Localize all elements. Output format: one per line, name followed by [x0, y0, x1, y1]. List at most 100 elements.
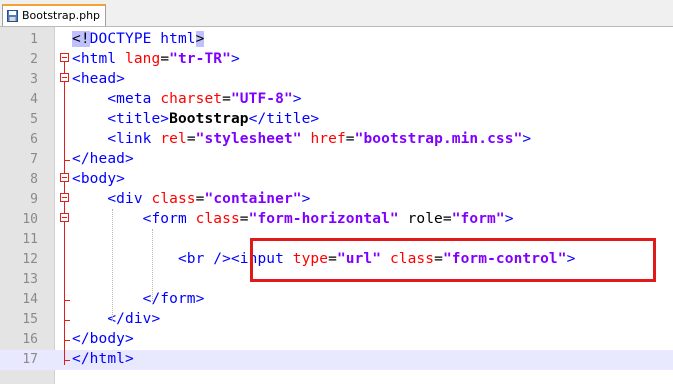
code-token: </head>	[72, 151, 134, 167]
code-token: Bootstrap	[169, 111, 249, 127]
code-line[interactable]: 1 <!DOCTYPE html>	[0, 30, 673, 50]
code-token: <link	[107, 131, 161, 147]
fold-end-div	[64, 320, 70, 321]
line-number: 2	[30, 52, 38, 67]
code-token: </html>	[72, 351, 134, 367]
fold-end-form	[64, 300, 70, 301]
code-line[interactable]: 7 </head>	[0, 150, 673, 170]
fold-toggle-div-icon[interactable]	[60, 193, 69, 202]
code-editor[interactable]: 1 <!DOCTYPE html> 2 <html lang="tr-TR"> 3 <he…	[0, 27, 673, 384]
code-token: "tr-TR"	[169, 51, 231, 67]
code-token: class	[195, 211, 240, 227]
fold-toggle-head-icon[interactable]	[60, 73, 69, 82]
code-token: "UTF-8"	[230, 91, 293, 107]
code-token: <meta	[107, 91, 161, 107]
code-token: >	[195, 31, 205, 47]
code-line[interactable]: 8 <body>	[0, 170, 673, 190]
indent-guide	[152, 229, 153, 301]
line-number: 15	[22, 312, 38, 327]
code-token: href	[310, 131, 346, 147]
line-number: 8	[30, 172, 38, 187]
code-token: <head>	[72, 71, 125, 87]
code-text: </body>	[72, 331, 134, 347]
code-line[interactable]: 14 </form>	[0, 290, 673, 310]
code-text: </head>	[72, 151, 134, 167]
code-text: </html>	[72, 351, 134, 367]
code-token: <body>	[72, 171, 125, 187]
code-text: <body>	[72, 171, 125, 187]
code-token: class	[151, 191, 196, 207]
code-token: "form-horizontal"	[248, 211, 399, 227]
line-number: 4	[30, 92, 38, 107]
code-line[interactable]: 10 <form class="form-horizontal" role="f…	[0, 210, 673, 230]
code-text: <link rel="stylesheet" href="bootstrap.m…	[72, 131, 531, 147]
fold-toggle-html-icon[interactable]	[60, 53, 69, 62]
code-token: >	[292, 91, 302, 107]
tab-bootstrap-php[interactable]: Bootstrap.php	[2, 4, 106, 26]
line-number: 12	[22, 252, 38, 267]
code-text: <!DOCTYPE html>	[72, 31, 205, 47]
code-token: </title>	[248, 111, 320, 127]
line-number: 5	[30, 112, 38, 127]
code-token: "container"	[204, 191, 302, 207]
tab-bar: Bootstrap.php	[0, 0, 673, 27]
code-text: <head>	[72, 71, 125, 87]
code-line[interactable]: 4 <meta charset="UTF-8">	[0, 90, 673, 110]
code-text: </div>	[72, 311, 160, 327]
code-text: <meta charset="UTF-8">	[72, 91, 302, 107]
fold-end-body	[64, 340, 70, 341]
code-line[interactable]: 3 <head>	[0, 70, 673, 90]
code-line[interactable]: 2 <html lang="tr-TR">	[0, 50, 673, 70]
line-number: 17	[22, 352, 38, 367]
fold-end-html	[64, 360, 70, 361]
code-token: <title>	[107, 111, 170, 127]
line-number: 3	[30, 72, 38, 87]
code-line[interactable]: 17 </html>	[0, 350, 673, 370]
line-number: 11	[22, 232, 38, 247]
code-token: =	[160, 51, 170, 67]
code-line[interactable]: 9 <div class="container">	[0, 190, 673, 210]
code-token: >	[522, 131, 532, 147]
line-number: 7	[30, 152, 38, 167]
code-text: <html lang="tr-TR">	[72, 51, 240, 67]
code-line[interactable]: 6 <link rel="stylesheet" href="bootstrap…	[0, 130, 673, 150]
code-token: </body>	[72, 331, 134, 347]
fold-toggle-form-icon[interactable]	[60, 213, 69, 222]
code-token: lang	[124, 51, 161, 67]
code-token: </div>	[107, 311, 161, 327]
fold-toggle-body-icon[interactable]	[60, 173, 69, 182]
line-number: 14	[22, 292, 38, 307]
save-file-icon	[7, 10, 18, 22]
code-token: >	[301, 191, 311, 207]
code-text: <title>Bootstrap</title>	[72, 111, 319, 127]
indent-guide	[112, 209, 113, 321]
code-token: =	[222, 91, 231, 107]
annotation-highlight-box	[250, 238, 656, 282]
code-text: </form>	[72, 291, 205, 307]
code-token: DOCTYPE html	[89, 31, 196, 47]
code-token: <html	[72, 51, 125, 67]
line-number: 1	[30, 32, 38, 47]
code-line[interactable]: 15 </div>	[0, 310, 673, 330]
code-token: <br />	[177, 251, 231, 267]
code-token: "bootstrap.min.css"	[354, 131, 523, 147]
code-token: =	[239, 211, 249, 227]
fold-end-head	[64, 160, 70, 161]
code-token: >	[504, 211, 514, 227]
code-token: <div	[107, 191, 152, 207]
code-token: role=	[398, 211, 452, 227]
code-token: =	[186, 131, 196, 147]
code-line[interactable]: 5 <title>Bootstrap</title>	[0, 110, 673, 130]
code-line[interactable]: 16 </body>	[0, 330, 673, 350]
line-number: 9	[30, 192, 38, 207]
tab-label: Bootstrap.php	[22, 9, 101, 22]
line-number: 10	[22, 212, 38, 227]
